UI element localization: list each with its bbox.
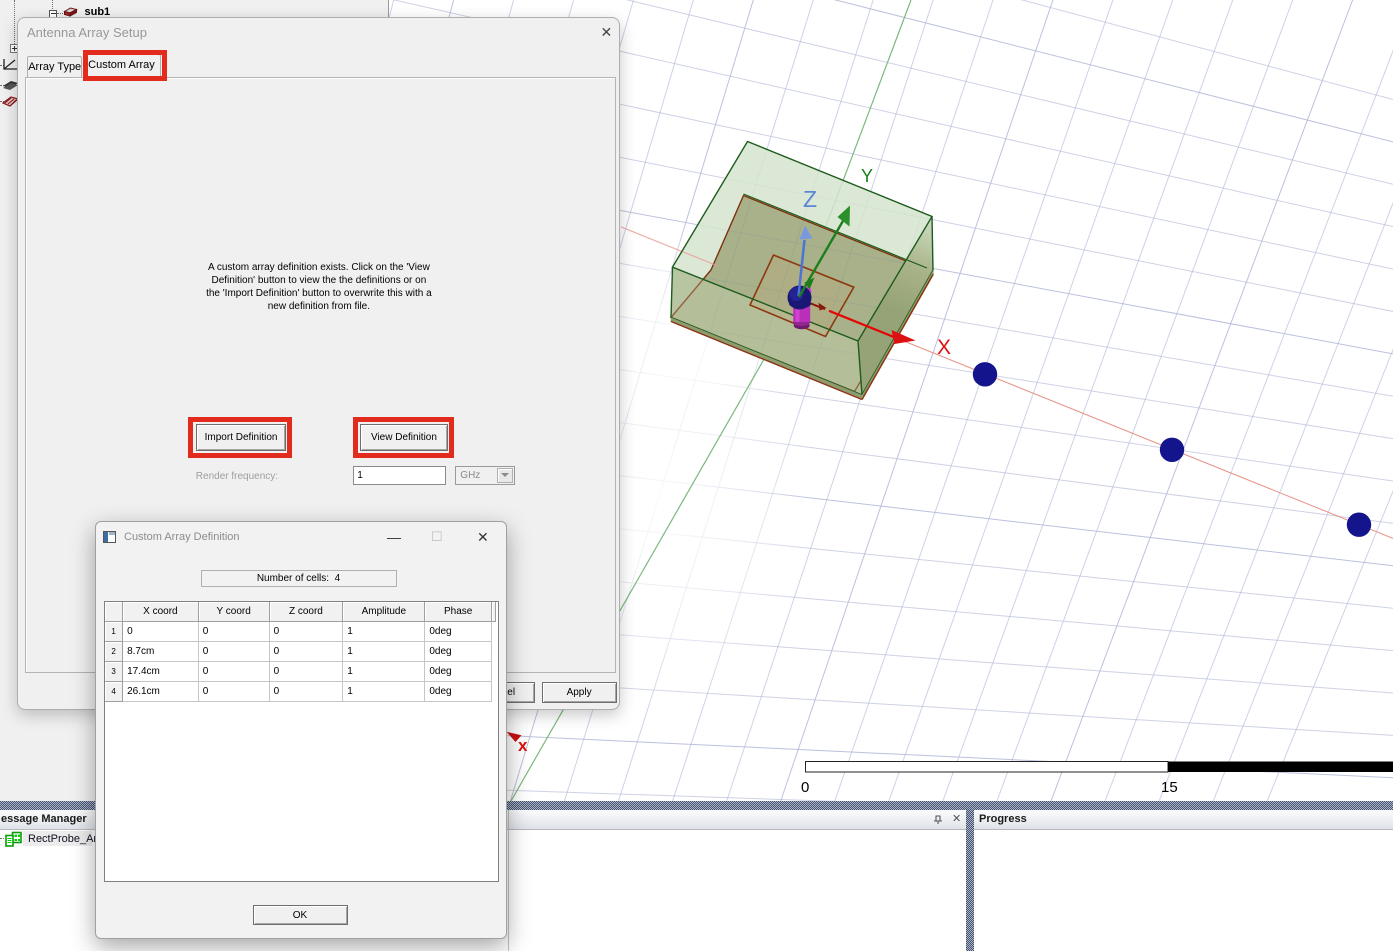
- svg-text:15: 15: [1161, 779, 1178, 796]
- svg-text:Z: Z: [803, 186, 817, 212]
- svg-text:Y: Y: [861, 166, 873, 186]
- svg-text:X: X: [937, 336, 951, 359]
- svg-text:0: 0: [801, 779, 809, 796]
- svg-text:x: x: [518, 736, 528, 755]
